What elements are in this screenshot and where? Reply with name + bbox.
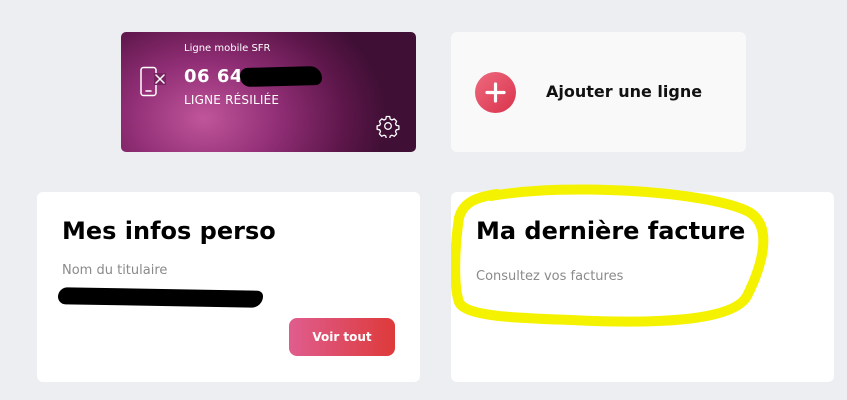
plus-icon xyxy=(485,82,506,103)
view-invoices-link[interactable]: Consultez vos factures xyxy=(476,269,623,284)
mobile-line-card[interactable]: Ligne mobile SFR 06 64 LIGNE RÉSILIÉE xyxy=(121,32,416,152)
line-type-label: Ligne mobile SFR xyxy=(184,43,271,54)
last-invoice-card[interactable]: Ma dernière facture Consultez vos factur… xyxy=(451,184,834,382)
personal-info-card: Mes infos perso Nom du titulaire Voir to… xyxy=(37,192,420,382)
redacted-number xyxy=(239,65,323,88)
line-status: LIGNE RÉSILIÉE xyxy=(184,93,280,107)
view-all-button[interactable]: Voir tout xyxy=(289,318,395,356)
yellow-highlight-annotation xyxy=(451,184,769,327)
phone-disconnected-icon xyxy=(140,66,166,97)
add-line-button[interactable] xyxy=(475,72,516,113)
holder-name-label: Nom du titulaire xyxy=(62,263,168,278)
last-invoice-title: Ma dernière facture xyxy=(476,217,746,245)
phone-number: 06 64 xyxy=(184,66,243,87)
gear-icon[interactable] xyxy=(376,114,400,138)
personal-info-title: Mes infos perso xyxy=(62,217,276,245)
add-line-card[interactable]: Ajouter une ligne xyxy=(451,32,746,152)
add-line-label: Ajouter une ligne xyxy=(546,82,703,101)
redacted-holder-name xyxy=(57,287,264,308)
